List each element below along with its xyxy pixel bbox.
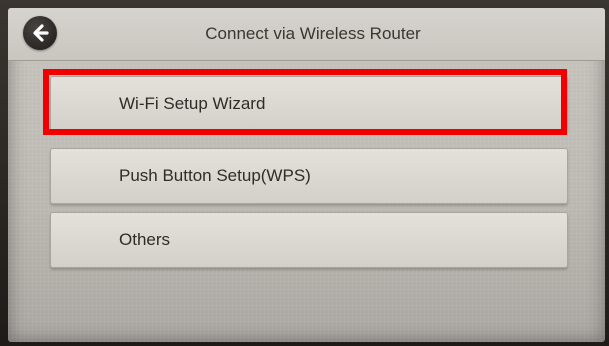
lcd-screen: Connect via Wireless Router Wi-Fi Setup … xyxy=(8,8,605,342)
menu-item-label: Push Button Setup(WPS) xyxy=(119,166,311,185)
push-button-setup-wps-button[interactable]: Push Button Setup(WPS) xyxy=(50,148,568,204)
menu-item-label: Others xyxy=(119,230,171,249)
wifi-setup-wizard-button[interactable]: Wi-Fi Setup Wizard xyxy=(50,76,568,132)
back-button[interactable] xyxy=(23,16,57,50)
others-button[interactable]: Others xyxy=(50,212,568,268)
page-title: Connect via Wireless Router xyxy=(205,24,421,43)
device-bezel: Connect via Wireless Router Wi-Fi Setup … xyxy=(0,0,609,346)
header-bar: Connect via Wireless Router xyxy=(8,8,605,61)
back-arrow-icon xyxy=(33,24,49,42)
menu-item-label: Wi-Fi Setup Wizard xyxy=(119,94,266,113)
